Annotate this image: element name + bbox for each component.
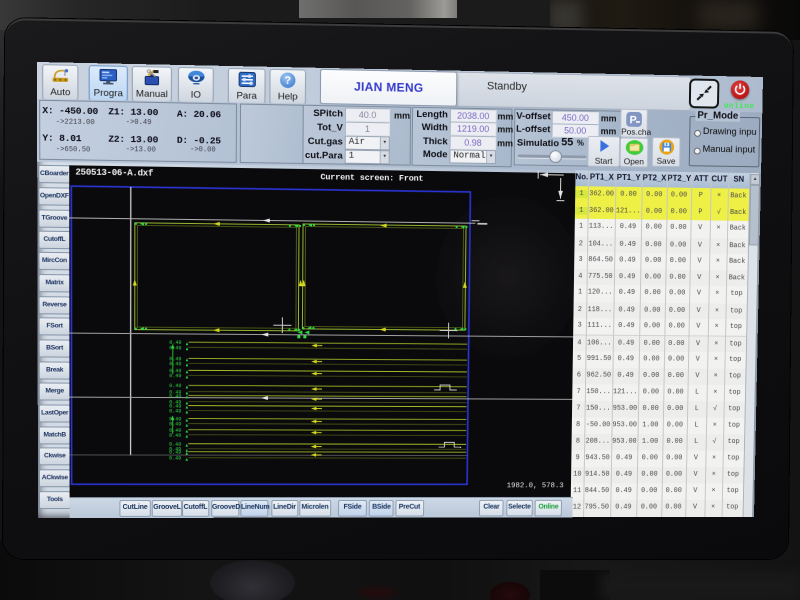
svg-text:0.49: 0.49 [169, 394, 181, 400]
svg-text:0.49: 0.49 [169, 345, 181, 351]
svg-text:0.49: 0.49 [169, 373, 181, 379]
svg-text:0.49: 0.49 [169, 383, 181, 389]
svg-text:0.49: 0.49 [169, 409, 181, 415]
svg-text:0.49: 0.49 [169, 456, 181, 462]
svg-text:0.49: 0.49 [169, 433, 181, 439]
svg-text:0.49: 0.49 [169, 361, 181, 367]
svg-text:0.49: 0.49 [169, 422, 181, 428]
svg-text:0.49: 0.49 [169, 450, 181, 456]
